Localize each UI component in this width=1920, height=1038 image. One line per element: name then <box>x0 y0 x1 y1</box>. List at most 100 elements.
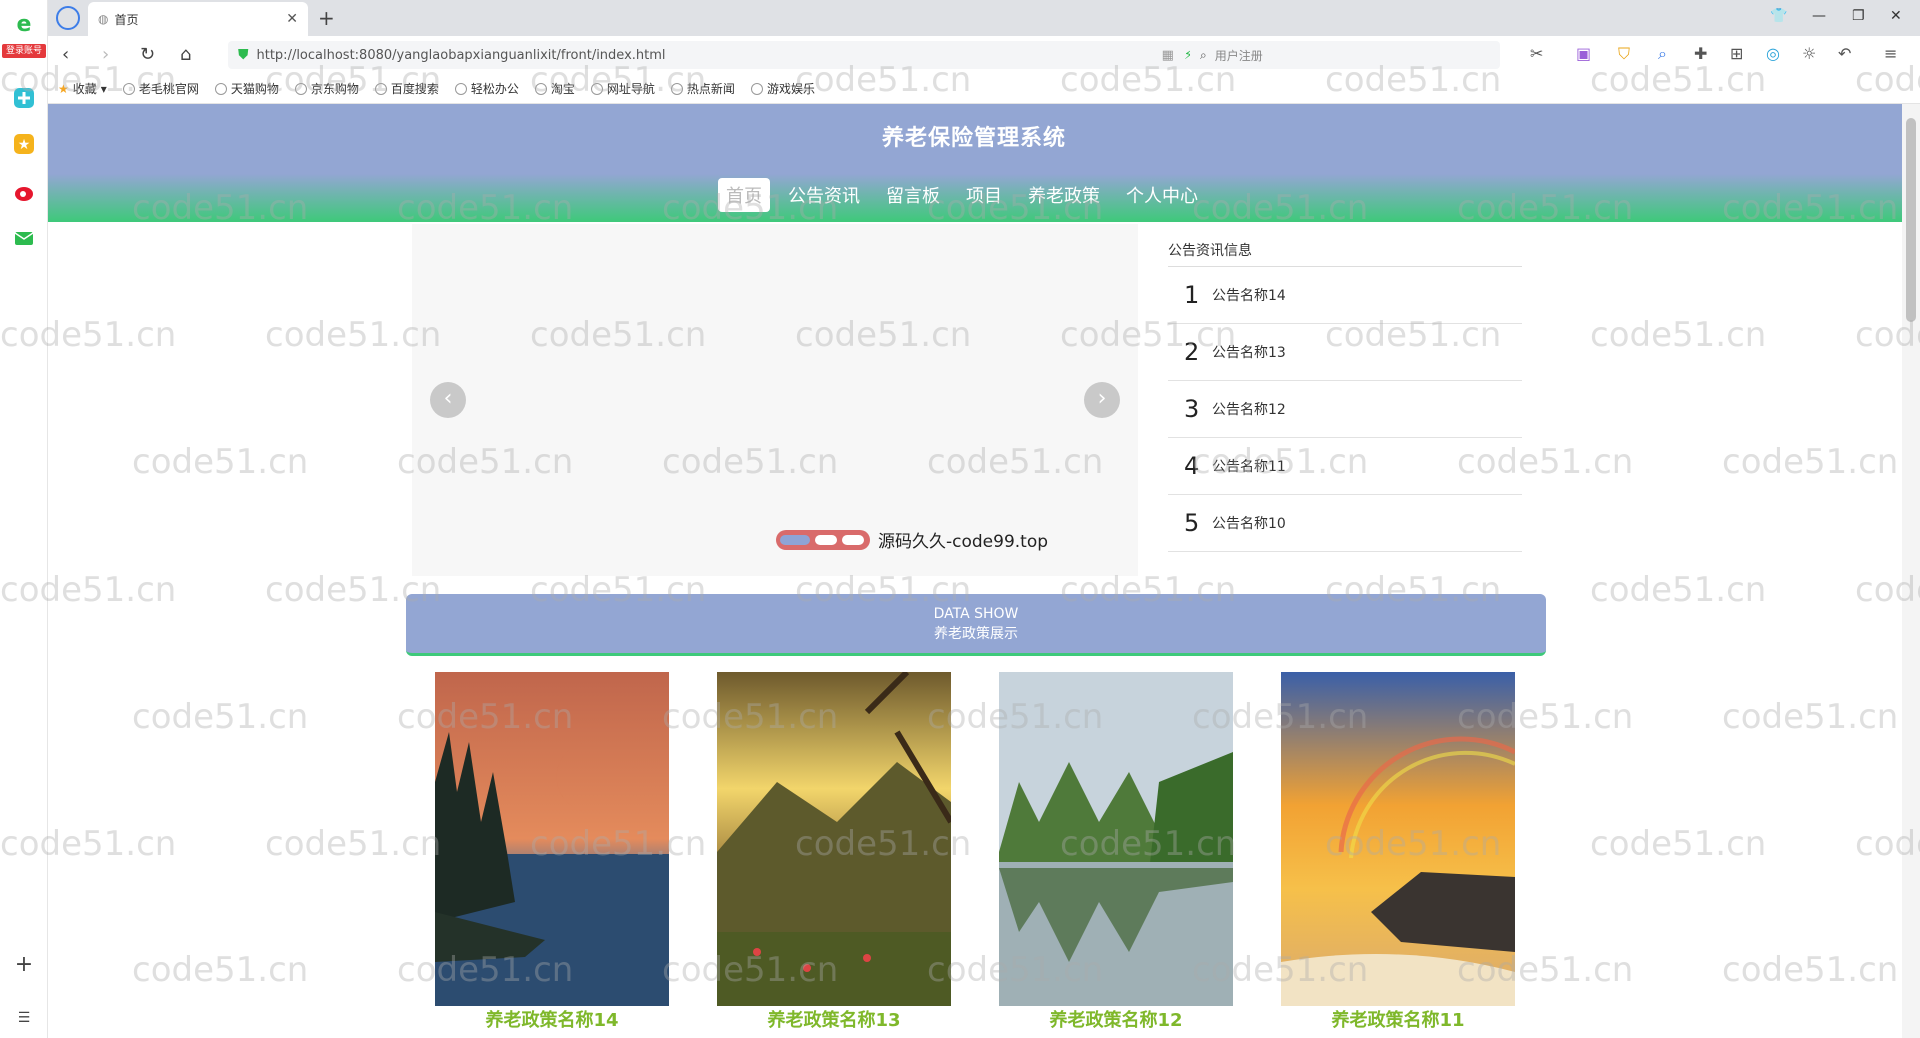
bookmark-item[interactable]: 网址导航 <box>590 80 655 97</box>
search-icon: ⌕ <box>1200 47 1207 62</box>
edge-icon[interactable]: ◎ <box>1766 44 1780 63</box>
news-title: 公告名称12 <box>1212 402 1286 418</box>
news-item[interactable]: 3 公告名称12 <box>1168 381 1522 438</box>
globe-icon <box>454 82 467 95</box>
browser-toolbar: ‹ › ↻ ⌂ ⛊ http://localhost:8080/yanglaob… <box>48 36 1920 74</box>
favorites-icon[interactable]: ★ <box>10 130 38 158</box>
menu-list-icon[interactable]: ☰ <box>10 1004 38 1032</box>
undo-icon[interactable]: ↶ <box>1838 44 1851 63</box>
nav-projects[interactable]: 项目 <box>958 178 1010 212</box>
tab-bar: ◍ 首页 ✕ + 👕 — ❐ ✕ <box>48 0 1920 36</box>
web-page: 养老保险管理系统 首页 公告资讯 留言板 项目 养老政策 个人中心 ‹ › 源码… <box>48 104 1920 1038</box>
chevron-down-icon: ▾ <box>100 81 107 96</box>
carousel-dot[interactable] <box>842 535 864 545</box>
policy-card-image[interactable] <box>717 672 951 1006</box>
site-header: 养老保险管理系统 首页 公告资讯 留言板 项目 养老政策 个人中心 <box>48 104 1920 222</box>
back-icon[interactable]: ‹ <box>62 44 69 65</box>
carousel-prev-icon[interactable]: ‹ <box>430 382 466 418</box>
address-bar[interactable]: ⛊ http://localhost:8080/yanglaobapxiangu… <box>228 41 1224 69</box>
nav-pension-policy[interactable]: 养老政策 <box>1020 178 1108 212</box>
nav-announcements[interactable]: 公告资讯 <box>780 178 868 212</box>
home-icon[interactable]: ⌂ <box>180 44 191 65</box>
shirt-icon[interactable]: 👕 <box>1770 8 1787 24</box>
extension-icon[interactable]: ✚ <box>1694 44 1707 63</box>
news-item[interactable]: 4 公告名称11 <box>1168 438 1522 495</box>
news-item[interactable]: 1 公告名称14 <box>1168 267 1522 324</box>
globe-icon <box>534 82 547 95</box>
news-item[interactable]: 5 公告名称10 <box>1168 495 1522 552</box>
nav-home[interactable]: 首页 <box>718 178 770 212</box>
add-icon[interactable]: + <box>10 950 38 978</box>
new-tab-button[interactable]: + <box>318 6 335 30</box>
bookmark-favorites[interactable]: ★ 收藏 ▾ <box>58 80 107 97</box>
bookmark-item[interactable]: 淘宝 <box>534 80 575 97</box>
bookmark-item[interactable]: 百度搜索 <box>374 80 439 97</box>
carousel-dot[interactable] <box>780 535 810 545</box>
policy-card-name[interactable]: 养老政策名称11 <box>1281 1006 1515 1032</box>
section-banner-en: DATA SHOW <box>933 606 1019 622</box>
banner-carousel[interactable]: ‹ › 源码久久-code99.top <box>412 224 1138 576</box>
browser-home-icon[interactable] <box>56 6 80 30</box>
news-number: 4 <box>1184 452 1200 480</box>
nav-message-board[interactable]: 留言板 <box>878 178 948 212</box>
bookmark-item[interactable]: 热点新闻 <box>670 80 735 97</box>
policy-card-image[interactable] <box>1281 672 1515 1006</box>
weibo-icon[interactable] <box>10 178 38 206</box>
shield-icon[interactable]: ⛉ <box>1618 44 1630 64</box>
section-banner: DATA SHOW 养老政策展示 <box>406 594 1546 656</box>
translate-icon[interactable]: ▣ <box>1576 44 1591 63</box>
policy-card-name[interactable]: 养老政策名称14 <box>435 1006 669 1032</box>
news-panel-title: 公告资讯信息 <box>1168 224 1522 267</box>
hamburger-menu-icon[interactable]: ≡ <box>1884 44 1897 63</box>
login-badge[interactable]: 登录账号 <box>2 44 46 58</box>
scissors-icon[interactable]: ✂ <box>1530 44 1543 63</box>
close-tab-icon[interactable]: ✕ <box>286 11 298 27</box>
bookmark-item[interactable]: 游戏娱乐 <box>750 80 815 97</box>
policy-card-name[interactable]: 养老政策名称12 <box>999 1006 1233 1032</box>
minimize-icon[interactable]: — <box>1812 8 1826 24</box>
globe-icon <box>670 82 683 95</box>
section-banner-cn: 养老政策展示 <box>934 626 1018 642</box>
globe-icon <box>374 82 387 95</box>
policy-card-name[interactable]: 养老政策名称13 <box>717 1006 951 1032</box>
policy-card-image[interactable] <box>999 672 1233 1006</box>
bookmark-item[interactable]: 天猫购物 <box>214 80 279 97</box>
globe-icon: ◍ <box>98 12 109 26</box>
globe-icon <box>122 82 135 95</box>
globe-icon <box>590 82 603 95</box>
bookmark-item[interactable]: 轻松办公 <box>454 80 519 97</box>
tab-home[interactable]: ◍ 首页 ✕ <box>88 2 308 36</box>
news-item[interactable]: 2 公告名称13 <box>1168 324 1522 381</box>
reload-icon[interactable]: ↻ <box>140 44 155 65</box>
magnifier-icon[interactable]: ⌕ <box>1658 44 1667 64</box>
bookmarks-bar: ★ 收藏 ▾ 老毛桃官网 天猫购物 京东购物 百度搜索 轻松办公 淘宝 网址导航 热… <box>48 74 1920 104</box>
site-title: 养老保险管理系统 <box>881 126 1066 151</box>
news-panel: 公告资讯信息 1 公告名称14 2 公告名称13 3 公告名称12 4 公告名称11 5… <box>1168 224 1522 552</box>
news-title: 公告名称11 <box>1212 459 1286 475</box>
bookmark-item[interactable]: 京东购物 <box>294 80 359 97</box>
news-title: 公告名称10 <box>1212 516 1286 532</box>
globe-icon <box>214 82 227 95</box>
news-title: 公告名称14 <box>1212 288 1286 304</box>
globe-icon <box>294 82 307 95</box>
news-number: 3 <box>1184 395 1200 423</box>
mail-icon[interactable] <box>10 224 38 252</box>
forward-icon[interactable]: › <box>102 44 109 65</box>
browser-logo-icon[interactable]: e <box>10 10 38 38</box>
page-scrollbar[interactable] <box>1902 104 1920 1038</box>
brightness-icon[interactable]: ☼ <box>1802 44 1816 63</box>
news-number: 2 <box>1184 338 1200 366</box>
scrollbar-thumb[interactable] <box>1906 118 1916 322</box>
qr-icon[interactable]: ▦ <box>1162 48 1174 63</box>
url-text: http://localhost:8080/yanglaobapxianguan… <box>256 47 666 63</box>
grid-icon[interactable]: ⊞ <box>1730 44 1743 63</box>
carousel-next-icon[interactable]: › <box>1084 382 1120 418</box>
close-window-icon[interactable]: ✕ <box>1890 8 1902 24</box>
nav-personal-center[interactable]: 个人中心 <box>1118 178 1206 212</box>
search-input[interactable]: ⌕ 用户注册 <box>1190 41 1500 69</box>
bookmark-item[interactable]: 老毛桃官网 <box>122 80 199 97</box>
policy-card-image[interactable] <box>435 672 669 1006</box>
carousel-dot[interactable] <box>815 535 837 545</box>
restore-icon[interactable]: ❐ <box>1852 8 1865 24</box>
add-app-icon[interactable] <box>10 84 38 112</box>
